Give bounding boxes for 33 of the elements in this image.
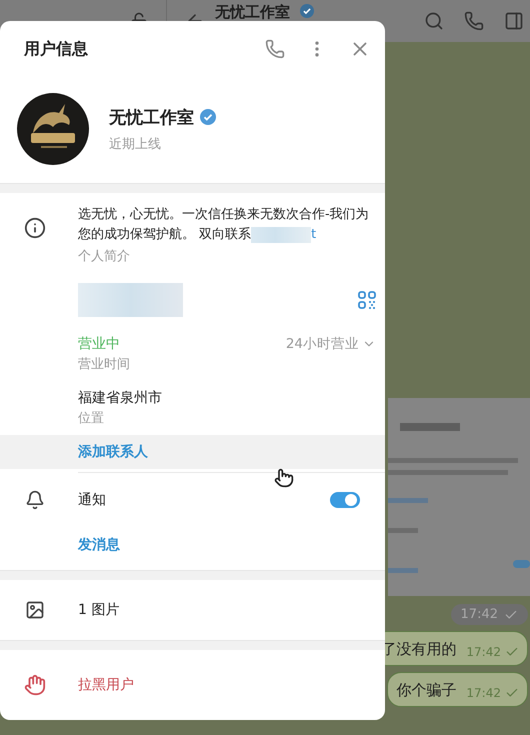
dialog-title: 用户信息 [24, 38, 89, 60]
hours-label: 营业时间 [78, 356, 131, 373]
avatar [17, 93, 89, 165]
chat-title: 无忧工作室 [215, 2, 290, 22]
add-contact-row[interactable]: 添加联系人 [0, 435, 385, 469]
bio-link[interactable]: t [311, 227, 316, 242]
bell-icon [25, 490, 45, 510]
message-bubble: 你个骗子 17:42 [387, 672, 528, 707]
add-contact-button[interactable]: 添加联系人 [78, 443, 376, 461]
location-value: 福建省泉州市 [78, 389, 163, 407]
block-user-button[interactable]: 拉黑用户 [78, 676, 376, 694]
media-item[interactable]: 1 图片 [78, 601, 376, 619]
notifications-label: 通知 [78, 491, 106, 509]
send-message-button[interactable]: 发消息 [78, 536, 376, 554]
phone-icon[interactable] [265, 39, 285, 59]
search-icon[interactable] [424, 11, 444, 31]
business-status: 营业中 [78, 335, 120, 353]
notifications-toggle[interactable] [330, 492, 360, 508]
message-time: 17:42 [450, 604, 528, 625]
blurred-text [251, 226, 312, 242]
last-seen-status: 近期上线 [109, 136, 162, 152]
location-label: 位置 [78, 410, 105, 427]
schedule-dropdown[interactable]: 24小时营业 [286, 335, 376, 353]
image-icon [25, 600, 45, 620]
profile-name: 无忧工作室 [109, 106, 194, 128]
bio-label: 个人简介 [78, 248, 131, 265]
phone-icon[interactable] [464, 11, 484, 31]
bio-text: 选无忧，心无忧。一次信任换来无数次合作-我们为您的成功保驾护航。 双向联系 t [78, 206, 370, 244]
pointer-cursor-icon [274, 468, 294, 488]
qr-code-icon[interactable] [358, 291, 376, 309]
info-icon [24, 217, 46, 239]
sidebar-icon[interactable] [504, 11, 524, 31]
hand-icon [24, 674, 46, 696]
